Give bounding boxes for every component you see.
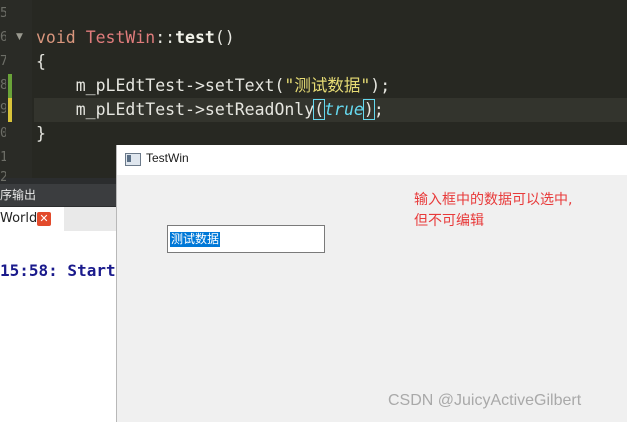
code-line[interactable]: void TestWin::test() — [36, 26, 235, 50]
string-literal: "测试数据" — [284, 76, 371, 95]
tab-strip — [64, 207, 116, 232]
method-call: setText( — [204, 76, 285, 95]
arrow-operator: -> — [185, 76, 205, 95]
statement-end: ); — [370, 76, 391, 95]
line-number-gutter: 5 6 7 8 9 0 1 2 ▼ — [0, 0, 32, 185]
open-brace: { — [36, 52, 46, 71]
parens: () — [214, 28, 235, 47]
window-title: TestWin — [146, 151, 189, 165]
log-line: 15:58: Start — [0, 261, 116, 280]
method-call: setReadOnly — [204, 100, 315, 119]
scope-operator: :: — [155, 28, 176, 47]
member-variable: m_pLEdtTest — [75, 100, 186, 119]
testwin-window[interactable]: TestWin 测试数据 输入框中的数据可以选中, 但不可编辑 — [116, 145, 627, 422]
output-tab[interactable]: World ✕ — [0, 207, 65, 231]
code-line[interactable]: } — [36, 122, 46, 146]
note-line: 输入框中的数据可以选中, — [414, 192, 573, 208]
note-line: 但不可编辑 — [414, 213, 484, 229]
fold-arrow-icon[interactable]: ▼ — [16, 33, 23, 42]
statement-end: ; — [373, 100, 384, 119]
output-tab-label: World — [0, 211, 38, 226]
output-panel-header: 序输出 — [0, 184, 116, 206]
line-number: 9 — [0, 102, 6, 117]
selected-text[interactable]: 测试数据 — [170, 232, 221, 247]
annotation-note: 输入框中的数据可以选中, 但不可编辑 — [414, 190, 614, 232]
line-number: 6 — [0, 30, 6, 45]
window-icon — [125, 153, 141, 166]
readonly-line-edit[interactable]: 测试数据 — [167, 225, 325, 253]
code-line[interactable]: m_pLEdtTest->setText("测试数据"); — [36, 74, 390, 98]
paren-highlight: ( — [313, 99, 326, 120]
output-log[interactable]: 15:58: Start — [0, 231, 116, 422]
watermark: CSDN @JuicyActiveGilbert — [388, 392, 582, 409]
line-number: 7 — [0, 54, 6, 69]
window-titlebar[interactable]: TestWin — [117, 145, 627, 175]
close-icon[interactable]: ✕ — [37, 212, 51, 226]
member-variable: m_pLEdtTest — [75, 76, 186, 95]
line-number: 8 — [0, 78, 6, 93]
code-line[interactable]: { — [36, 50, 46, 74]
line-number: 5 — [0, 6, 6, 21]
class-name: TestWin — [85, 28, 156, 47]
code-line-current[interactable]: m_pLEdtTest->setReadOnly(true); — [34, 98, 627, 122]
function-name: test — [175, 28, 215, 47]
keyword-void: void — [36, 28, 76, 47]
paren-highlight: ) — [362, 99, 375, 120]
close-brace: } — [36, 124, 46, 143]
bool-literal: true — [324, 100, 364, 119]
change-marker-warning — [8, 98, 12, 122]
change-marker — [8, 74, 12, 98]
arrow-operator: -> — [185, 100, 205, 119]
line-number: 0 — [0, 126, 6, 141]
